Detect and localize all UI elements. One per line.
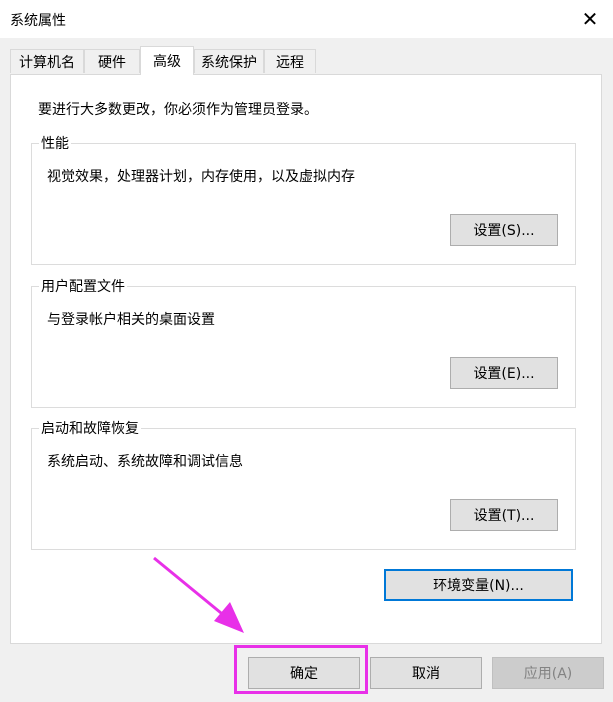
user-profiles-description: 与登录帐户相关的桌面设置: [47, 312, 215, 328]
apply-button[interactable]: 应用(A): [492, 657, 604, 689]
cancel-button[interactable]: 取消: [370, 657, 482, 689]
window-title: 系统属性: [10, 13, 66, 29]
tab-system-protection[interactable]: 系统保护: [194, 49, 264, 73]
performance-group: 性能 视觉效果，处理器计划，内存使用，以及虚拟内存 设置(S)...: [31, 133, 576, 265]
ok-highlight-box: [234, 645, 368, 694]
close-icon: ✕: [581, 7, 599, 31]
tab-remote[interactable]: 远程: [264, 49, 316, 73]
startup-recovery-description: 系统启动、系统故障和调试信息: [47, 454, 243, 470]
startup-recovery-group: 启动和故障恢复 系统启动、系统故障和调试信息 设置(T)...: [31, 418, 576, 550]
startup-recovery-legend: 启动和故障恢复: [39, 418, 141, 438]
performance-settings-button[interactable]: 设置(S)...: [450, 214, 558, 246]
user-profiles-legend: 用户配置文件: [39, 276, 127, 296]
performance-legend: 性能: [39, 133, 71, 153]
title-bar: 系统属性 ✕: [0, 0, 613, 38]
close-button[interactable]: ✕: [567, 0, 613, 38]
tab-hardware[interactable]: 硬件: [84, 49, 140, 73]
startup-recovery-settings-button[interactable]: 设置(T)...: [450, 499, 558, 531]
user-profiles-settings-button[interactable]: 设置(E)...: [450, 357, 558, 389]
performance-description: 视觉效果，处理器计划，内存使用，以及虚拟内存: [47, 169, 355, 185]
tab-advanced[interactable]: 高级: [140, 46, 194, 75]
user-profiles-group: 用户配置文件 与登录帐户相关的桌面设置 设置(E)...: [31, 276, 576, 408]
advanced-tab-panel: 要进行大多数更改，你必须作为管理员登录。 性能 视觉效果，处理器计划，内存使用，…: [10, 74, 602, 644]
environment-variables-button[interactable]: 环境变量(N)...: [384, 569, 573, 601]
admin-notice: 要进行大多数更改，你必须作为管理员登录。: [38, 102, 318, 118]
tab-computer-name[interactable]: 计算机名: [10, 49, 84, 73]
